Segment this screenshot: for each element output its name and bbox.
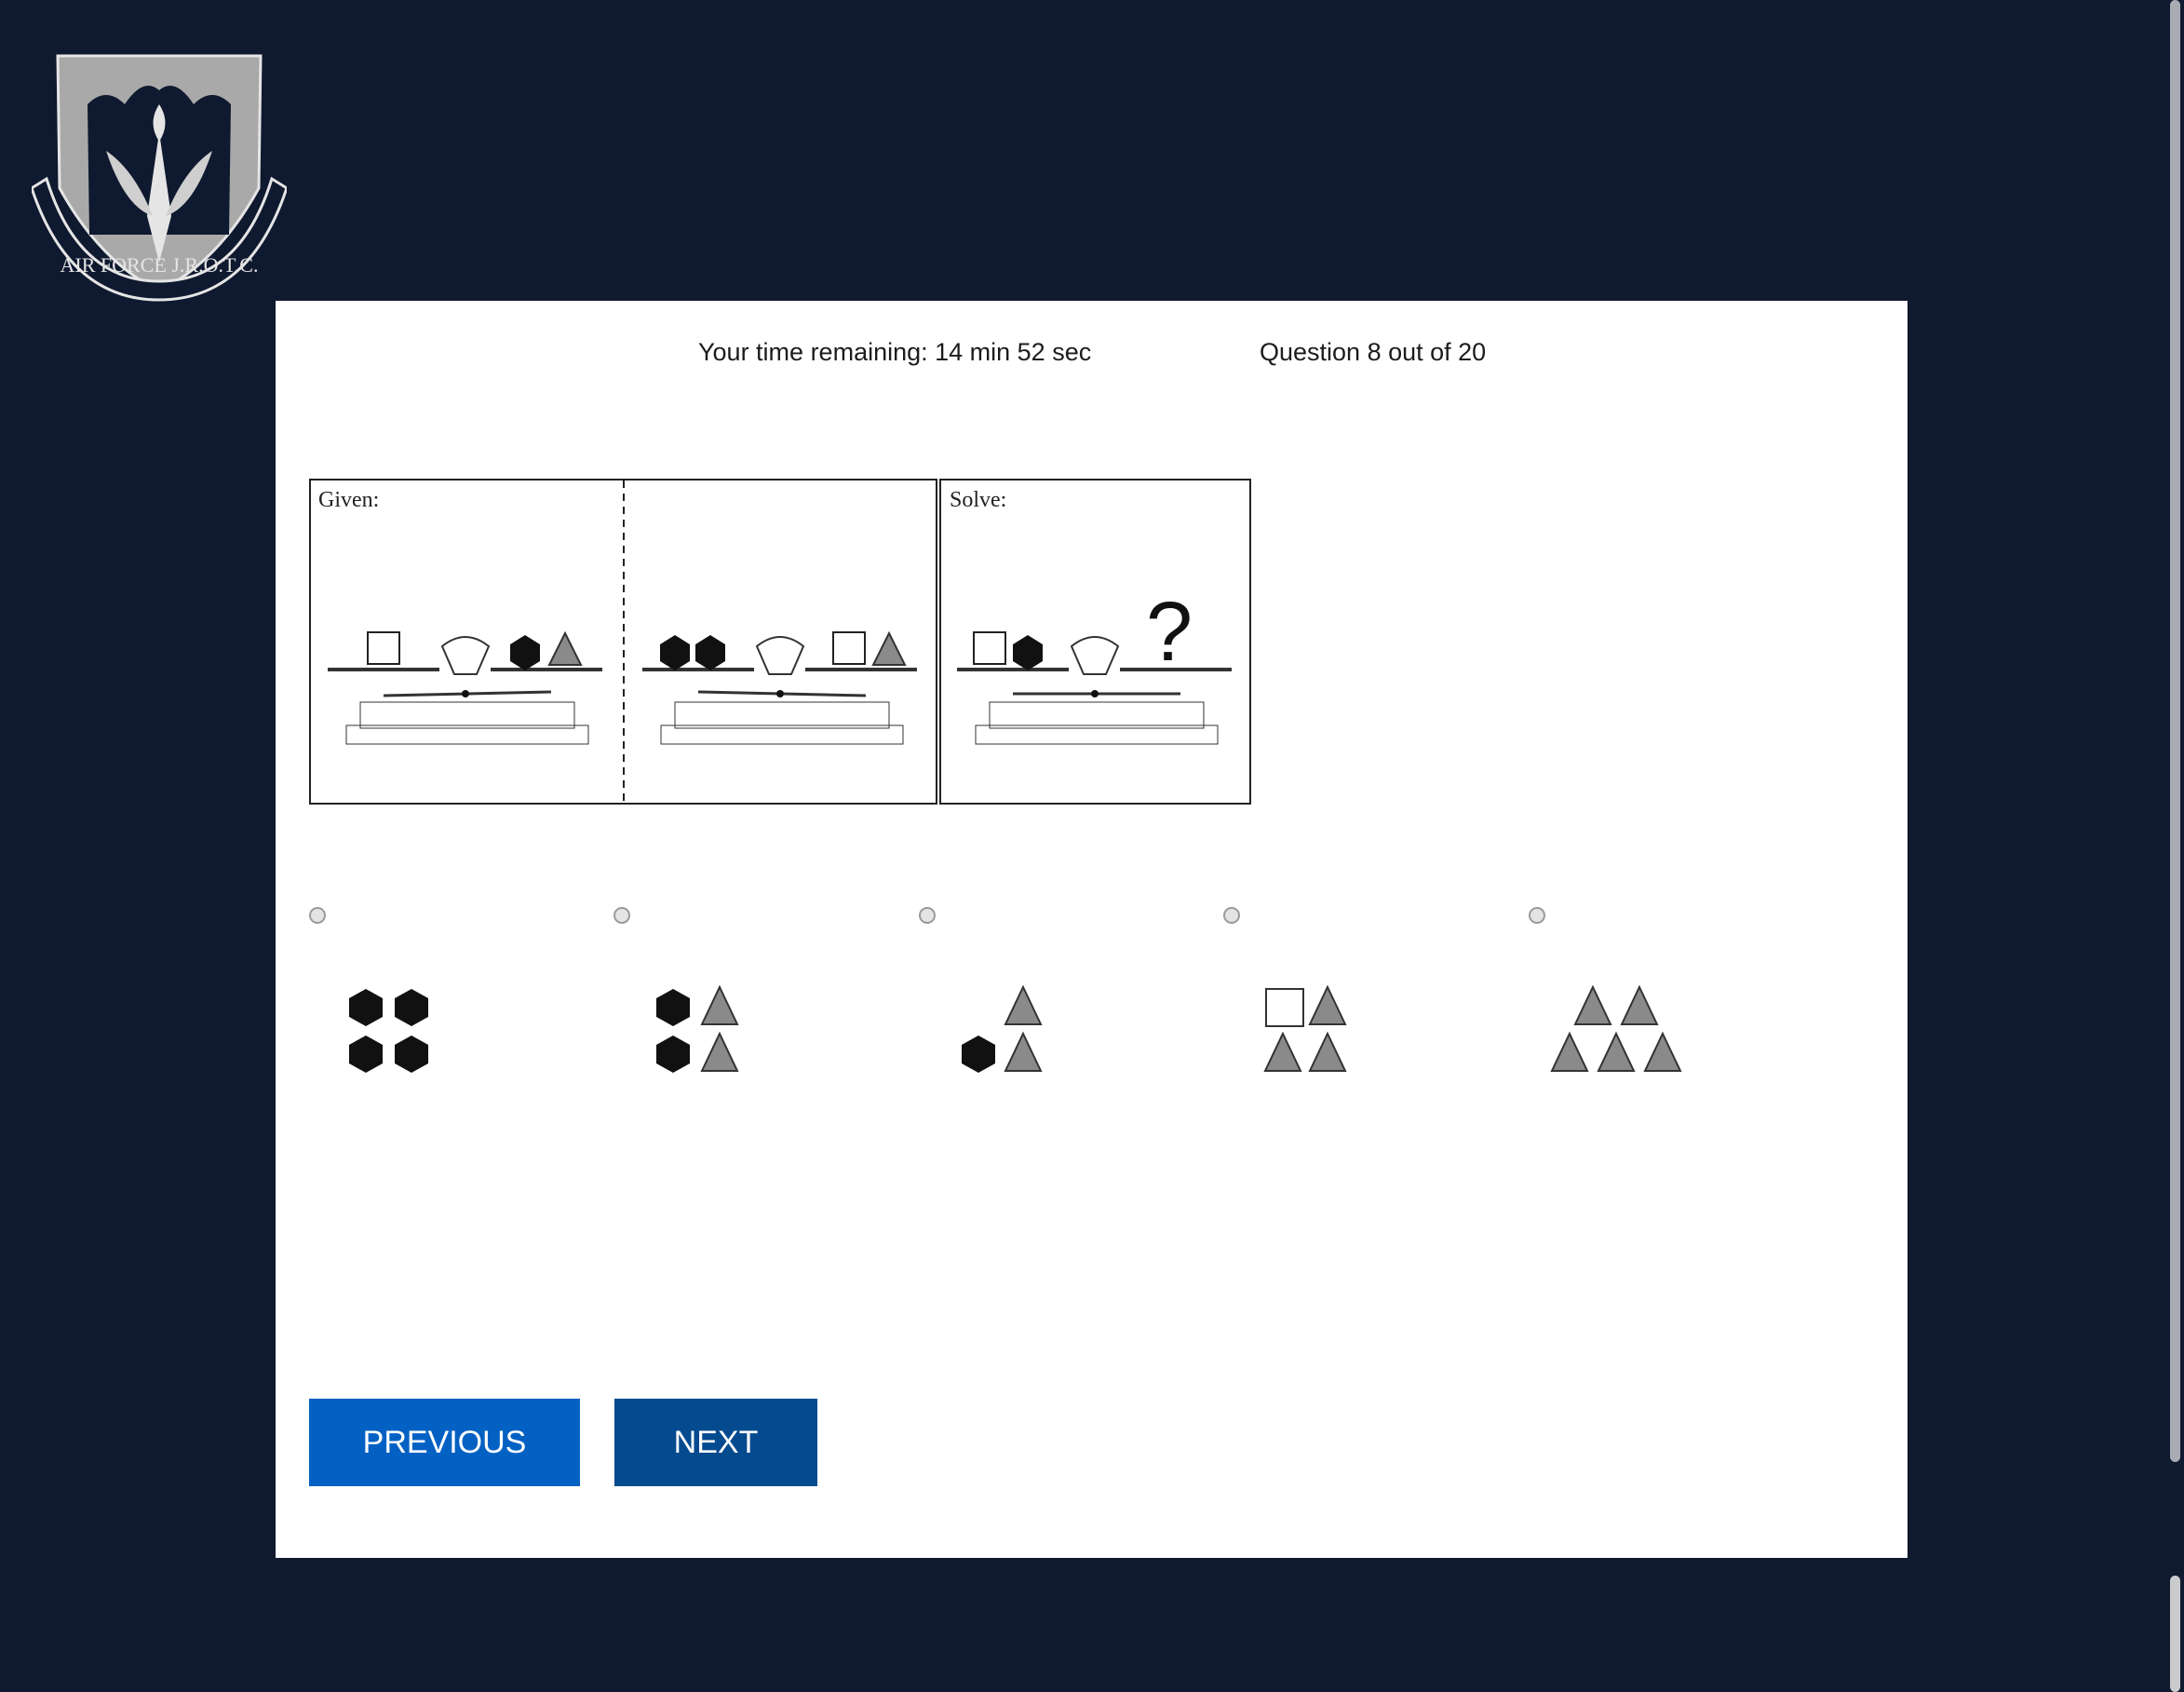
- option-a-shapes: [349, 989, 428, 1073]
- option-c-shapes: [962, 984, 1043, 1073]
- balance-scale-figure: Given: Solve: ?: [309, 479, 1251, 805]
- previous-button[interactable]: PREVIOUS: [309, 1399, 580, 1486]
- scrollbar-thumb[interactable]: [2170, 0, 2180, 1462]
- scrollbar[interactable]: [2165, 0, 2184, 1692]
- afjrotc-emblem-logo: AIR FORCE J.R.O.T.C.: [32, 54, 287, 302]
- option-e-shapes: [1550, 984, 1682, 1072]
- time-remaining: Your time remaining: 14 min 52 sec: [698, 338, 1092, 366]
- question-panel: Your time remaining: 14 min 52 sec Quest…: [276, 301, 1908, 1558]
- option-d-shapes: [1263, 984, 1347, 1072]
- scale-2: [642, 630, 917, 745]
- option-a-radio[interactable]: [309, 907, 326, 924]
- given-label: Given:: [318, 488, 379, 512]
- option-b-shapes: [656, 984, 739, 1073]
- scrollbar-thumb-secondary[interactable]: [2170, 1576, 2180, 1692]
- option-d-radio[interactable]: [1223, 907, 1240, 924]
- option-b-radio[interactable]: [613, 907, 630, 924]
- scale-solve: ?: [957, 586, 1232, 745]
- option-c-radio[interactable]: [919, 907, 936, 924]
- scale-1: [328, 630, 602, 745]
- logo-text: AIR FORCE J.R.O.T.C.: [61, 253, 259, 277]
- next-button[interactable]: NEXT: [614, 1399, 817, 1486]
- question-mark: ?: [1146, 586, 1193, 679]
- question-counter: Question 8 out of 20: [1260, 338, 1487, 366]
- solve-label: Solve:: [950, 488, 1006, 512]
- option-e-radio[interactable]: [1529, 907, 1545, 924]
